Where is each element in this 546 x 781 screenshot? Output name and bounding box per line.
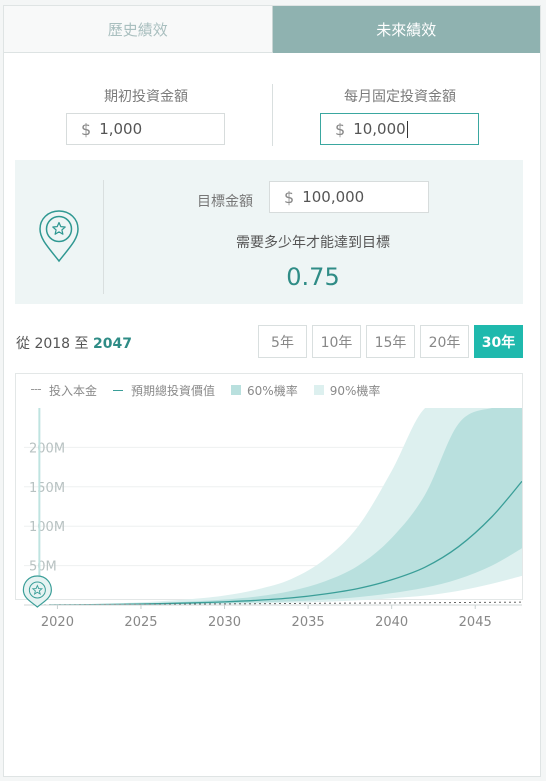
x-tick-label: 2025 — [124, 615, 157, 630]
projection-chart[interactable]: 50M 100M 150M 200M 2020 2025 2030 2035 2040 2045 — [0, 0, 546, 781]
y-tick-label: 200M — [29, 441, 65, 456]
band-60 — [49, 408, 522, 605]
y-tick-label: 150M — [29, 481, 65, 496]
y-tick-label: 50M — [29, 560, 57, 575]
x-tick-label: 2020 — [41, 615, 74, 630]
x-tick-label: 2040 — [375, 615, 408, 630]
x-tick-label: 2035 — [292, 615, 325, 630]
x-tick-label: 2030 — [208, 615, 241, 630]
x-tick-label: 2045 — [459, 615, 492, 630]
start-pin-icon — [22, 575, 52, 608]
y-tick-label: 100M — [29, 520, 65, 535]
